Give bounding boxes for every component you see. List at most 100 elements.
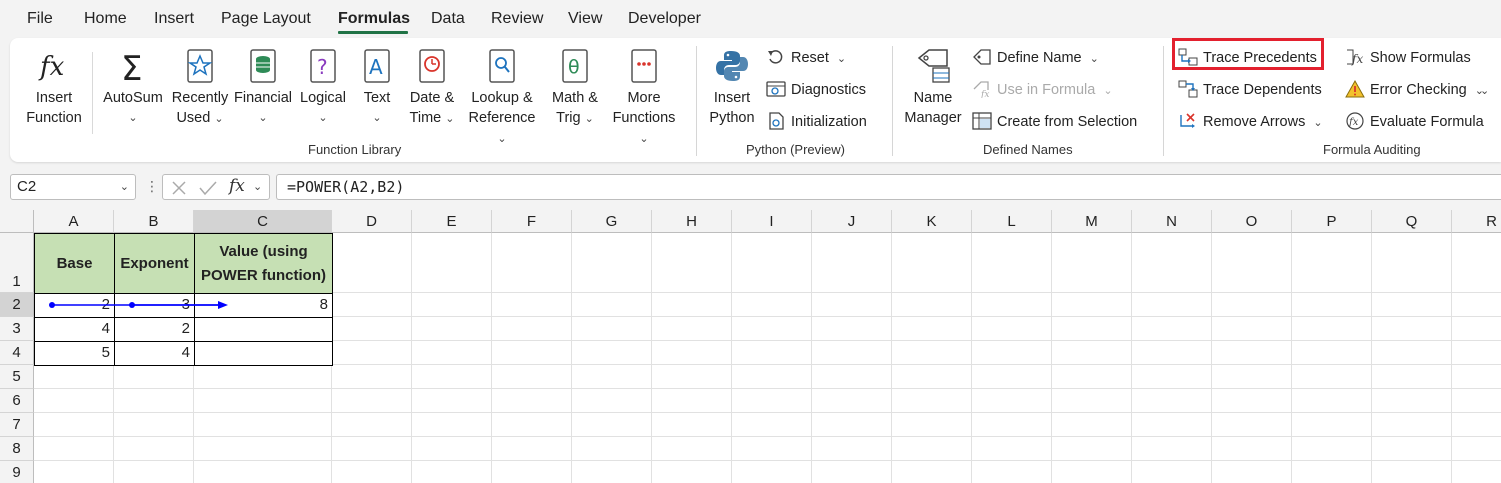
- cell-d5[interactable]: [332, 365, 412, 389]
- cell-j5[interactable]: [812, 365, 892, 389]
- cell-d2[interactable]: [332, 293, 412, 317]
- cell-i4[interactable]: [732, 341, 812, 365]
- column-header-c[interactable]: C: [194, 210, 332, 233]
- cell-h8[interactable]: [652, 437, 732, 461]
- cell-h4[interactable]: [652, 341, 732, 365]
- row-header-3[interactable]: 3: [0, 317, 34, 341]
- cell-o3[interactable]: [1212, 317, 1292, 341]
- cell-j4[interactable]: [812, 341, 892, 365]
- cell-i8[interactable]: [732, 437, 812, 461]
- cell-h2[interactable]: [652, 293, 732, 317]
- cell-l7[interactable]: [972, 413, 1052, 437]
- cell-k3[interactable]: [892, 317, 972, 341]
- cell-f5[interactable]: [492, 365, 572, 389]
- cell-n8[interactable]: [1132, 437, 1212, 461]
- cell-c6[interactable]: [194, 389, 332, 413]
- tab-formulas[interactable]: Formulas: [338, 10, 410, 28]
- cell-k7[interactable]: [892, 413, 972, 437]
- lookup-reference-button[interactable]: Lookup & Reference ⌄: [462, 38, 542, 149]
- column-header-m[interactable]: M: [1052, 210, 1132, 233]
- column-header-e[interactable]: E: [412, 210, 492, 233]
- cell-f3[interactable]: [492, 317, 572, 341]
- cell-r4[interactable]: [1452, 341, 1501, 365]
- initialization-button[interactable]: Initialization: [766, 111, 867, 133]
- cell-f8[interactable]: [492, 437, 572, 461]
- cell-g1[interactable]: [572, 233, 652, 293]
- cell-g7[interactable]: [572, 413, 652, 437]
- cell-l8[interactable]: [972, 437, 1052, 461]
- cell-e6[interactable]: [412, 389, 492, 413]
- cell-n1[interactable]: [1132, 233, 1212, 293]
- row-header-6[interactable]: 6: [0, 389, 34, 413]
- cell-f4[interactable]: [492, 341, 572, 365]
- cell-d7[interactable]: [332, 413, 412, 437]
- column-header-h[interactable]: H: [652, 210, 732, 233]
- cell-k1[interactable]: [892, 233, 972, 293]
- cell-h7[interactable]: [652, 413, 732, 437]
- cell-e9[interactable]: [412, 461, 492, 483]
- cell-g9[interactable]: [572, 461, 652, 483]
- cell-p3[interactable]: [1292, 317, 1372, 341]
- cell-b4[interactable]: 4: [114, 341, 195, 366]
- cell-l3[interactable]: [972, 317, 1052, 341]
- column-header-g[interactable]: G: [572, 210, 652, 233]
- logical-button[interactable]: ? Logical ⌄: [294, 38, 352, 128]
- cell-d8[interactable]: [332, 437, 412, 461]
- cell-l2[interactable]: [972, 293, 1052, 317]
- cell-d4[interactable]: [332, 341, 412, 365]
- cell-m7[interactable]: [1052, 413, 1132, 437]
- cell-c1[interactable]: Value (using POWER function): [194, 233, 333, 294]
- column-header-i[interactable]: I: [732, 210, 812, 233]
- cell-e4[interactable]: [412, 341, 492, 365]
- row-header-2[interactable]: 2: [0, 293, 34, 317]
- cell-p5[interactable]: [1292, 365, 1372, 389]
- cell-b5[interactable]: [114, 365, 194, 389]
- cell-r9[interactable]: [1452, 461, 1501, 483]
- evaluate-formula-button[interactable]: fx Evaluate Formula: [1345, 111, 1484, 133]
- cell-n5[interactable]: [1132, 365, 1212, 389]
- cell-n9[interactable]: [1132, 461, 1212, 483]
- cell-n6[interactable]: [1132, 389, 1212, 413]
- cell-i7[interactable]: [732, 413, 812, 437]
- tab-view[interactable]: View: [568, 10, 602, 28]
- reset-button[interactable]: Reset ⌄: [766, 47, 846, 69]
- cell-a5[interactable]: [34, 365, 114, 389]
- tab-page-layout[interactable]: Page Layout: [221, 10, 311, 28]
- cell-l9[interactable]: [972, 461, 1052, 483]
- cell-r7[interactable]: [1452, 413, 1501, 437]
- cell-o1[interactable]: [1212, 233, 1292, 293]
- cell-g2[interactable]: [572, 293, 652, 317]
- cell-l4[interactable]: [972, 341, 1052, 365]
- cell-p8[interactable]: [1292, 437, 1372, 461]
- cell-c3[interactable]: [194, 317, 333, 342]
- name-box[interactable]: C2 ⌄: [10, 174, 136, 200]
- cell-h6[interactable]: [652, 389, 732, 413]
- column-header-j[interactable]: J: [812, 210, 892, 233]
- cell-a8[interactable]: [34, 437, 114, 461]
- cell-r5[interactable]: [1452, 365, 1501, 389]
- column-header-f[interactable]: F: [492, 210, 572, 233]
- row-header-9[interactable]: 9: [0, 461, 34, 483]
- cell-j7[interactable]: [812, 413, 892, 437]
- cell-m2[interactable]: [1052, 293, 1132, 317]
- cell-m4[interactable]: [1052, 341, 1132, 365]
- text-button[interactable]: A Text ⌄: [356, 38, 398, 128]
- cell-h3[interactable]: [652, 317, 732, 341]
- column-header-a[interactable]: A: [34, 210, 114, 233]
- error-checking-button[interactable]: Error Checking ⌄: [1345, 79, 1484, 101]
- column-header-r[interactable]: R: [1452, 210, 1501, 233]
- cell-m6[interactable]: [1052, 389, 1132, 413]
- cell-e3[interactable]: [412, 317, 492, 341]
- cell-q1[interactable]: [1372, 233, 1452, 293]
- cell-n7[interactable]: [1132, 413, 1212, 437]
- ribbon-overflow-chevron[interactable]: ⌄: [1480, 79, 1489, 101]
- cell-c4[interactable]: [194, 341, 333, 366]
- cell-p9[interactable]: [1292, 461, 1372, 483]
- cell-a1[interactable]: Base: [34, 233, 115, 294]
- cell-m1[interactable]: [1052, 233, 1132, 293]
- chevron-down-icon[interactable]: ⌄: [253, 180, 262, 193]
- cell-q2[interactable]: [1372, 293, 1452, 317]
- cell-j8[interactable]: [812, 437, 892, 461]
- cell-f2[interactable]: [492, 293, 572, 317]
- cell-o6[interactable]: [1212, 389, 1292, 413]
